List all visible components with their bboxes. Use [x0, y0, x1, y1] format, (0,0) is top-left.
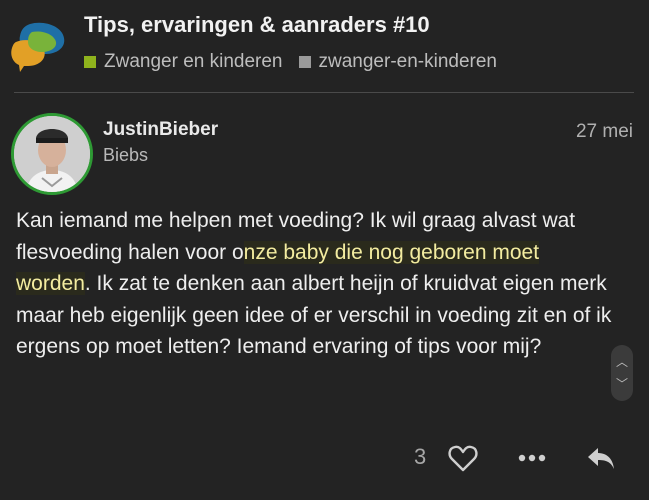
- post-actions: 3: [0, 440, 649, 480]
- reply-arrow-icon[interactable]: [585, 442, 617, 474]
- tag-badge[interactable]: zwanger-en-kinderen: [298, 51, 498, 73]
- tag-label: zwanger-en-kinderen: [318, 51, 498, 72]
- chevron-down-icon[interactable]: ﹀: [611, 375, 633, 392]
- scroll-navigator[interactable]: ︿ ﹀: [611, 345, 633, 401]
- avatar[interactable]: [11, 113, 93, 195]
- category-label: Zwanger en kinderen: [104, 51, 283, 72]
- post-body-text-rest: . Ik zat te denken aan albert heijn of k…: [16, 272, 612, 358]
- topic-header: Tips, ervaringen & aanraders #10 Zwanger…: [0, 0, 649, 92]
- chat-bubbles-logo-icon[interactable]: [10, 18, 74, 74]
- category-color-swatch: [84, 56, 96, 68]
- ellipsis-icon[interactable]: [517, 446, 547, 470]
- post-body: Kan iemand me helpen met voeding? Ik wil…: [16, 205, 616, 363]
- category-breadcrumb: Zwanger en kinderen zwanger-en-kinderen: [84, 51, 513, 73]
- post-full-name: Biebs: [103, 145, 149, 165]
- heart-icon[interactable]: [448, 444, 478, 472]
- post-username[interactable]: JustinBieber: [103, 119, 218, 141]
- like-count[interactable]: 3: [414, 444, 426, 470]
- chevron-up-icon[interactable]: ︿: [611, 353, 633, 370]
- post-date[interactable]: 27 mei: [576, 121, 633, 143]
- avatar-image: [14, 116, 90, 192]
- topic-title[interactable]: Tips, ervaringen & aanraders #10: [84, 12, 430, 38]
- header-divider: [14, 92, 634, 93]
- category-badge[interactable]: Zwanger en kinderen: [84, 51, 283, 73]
- tag-color-swatch: [298, 56, 311, 68]
